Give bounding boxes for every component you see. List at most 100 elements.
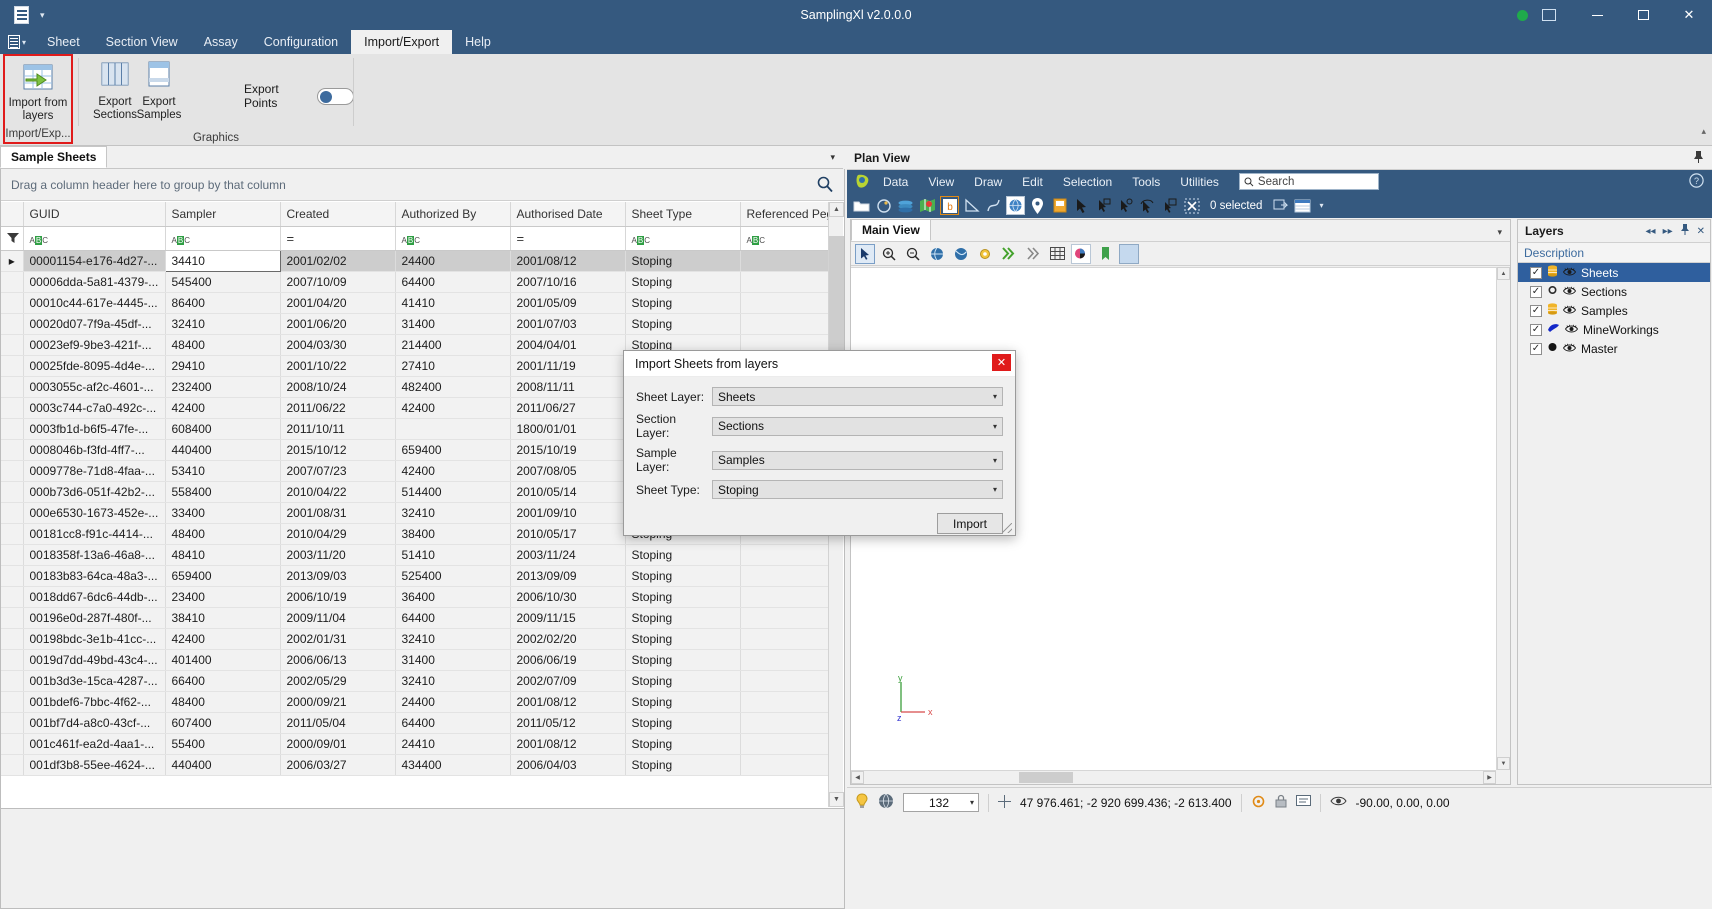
cell-sheet_type[interactable]: Stoping — [625, 734, 740, 755]
cell-created[interactable]: 2007/07/23 — [280, 461, 395, 482]
table-row[interactable]: 00010c44-617e-4445-...864002001/04/20414… — [1, 293, 828, 314]
cell-referenced_pegs[interactable] — [740, 650, 828, 671]
cell-guid[interactable]: 00020d07-7f9a-45df-... — [23, 314, 165, 335]
layer-visible-checkbox[interactable]: ✓ — [1530, 305, 1542, 317]
cell-guid[interactable]: 0009778e-71d8-4faa-... — [23, 461, 165, 482]
sheet-tab-sample-sheets[interactable]: Sample Sheets — [0, 146, 107, 168]
tab-sheet[interactable]: Sheet — [34, 30, 93, 54]
cell-guid[interactable]: 00023ef9-9be3-421f-... — [23, 335, 165, 356]
map-icon[interactable] — [918, 196, 937, 215]
table-row[interactable]: 001c461f-ea2d-4aa1-...554002000/09/01244… — [1, 734, 828, 755]
cell-referenced_pegs[interactable] — [740, 692, 828, 713]
cell-authorised_date[interactable]: 2002/07/09 — [510, 671, 625, 692]
cell-authorized_by[interactable]: 32410 — [395, 503, 510, 524]
main-view-scroll-left[interactable]: ◀ — [851, 771, 864, 784]
cell-created[interactable]: 2011/05/04 — [280, 713, 395, 734]
cell-created[interactable]: 2006/10/19 — [280, 587, 395, 608]
cell-authorized_by[interactable]: 24410 — [395, 734, 510, 755]
row-indicator[interactable] — [1, 335, 23, 356]
globe-icon[interactable] — [878, 793, 894, 812]
layer-visible-checkbox[interactable]: ✓ — [1530, 286, 1542, 298]
cell-sampler[interactable]: 608400 — [165, 419, 280, 440]
filter-funnel-cell[interactable] — [1, 227, 23, 251]
cell-authorized_by[interactable]: 659400 — [395, 440, 510, 461]
cell-authorised_date[interactable]: 2001/08/12 — [510, 692, 625, 713]
row-indicator[interactable] — [1, 734, 23, 755]
cell-authorised_date[interactable]: 2002/02/20 — [510, 629, 625, 650]
cell-sheet_type[interactable]: Stoping — [625, 587, 740, 608]
pin-icon[interactable] — [1693, 151, 1704, 166]
cell-sampler[interactable]: 48400 — [165, 692, 280, 713]
cell-created[interactable]: 2001/08/31 — [280, 503, 395, 524]
curve-icon[interactable] — [984, 196, 1003, 215]
scale-caret-icon[interactable]: ▾ — [970, 798, 974, 807]
export-samples-button[interactable]: Export Samples — [130, 60, 188, 122]
cell-created[interactable]: 2008/10/24 — [280, 377, 395, 398]
column-header-referenced_pegs[interactable]: Referenced Pegs — [740, 202, 828, 227]
row-indicator[interactable] — [1, 608, 23, 629]
cell-sampler[interactable]: 401400 — [165, 650, 280, 671]
eye-icon[interactable] — [1563, 342, 1576, 356]
tab-import-export[interactable]: Import/Export — [351, 30, 452, 54]
row-indicator[interactable] — [1, 755, 23, 776]
minimize-button[interactable] — [1574, 0, 1620, 30]
open-folder-icon[interactable] — [852, 196, 871, 215]
cell-guid[interactable]: 00010c44-617e-4445-... — [23, 293, 165, 314]
close-button[interactable]: ✕ — [1666, 0, 1712, 30]
row-indicator[interactable] — [1, 587, 23, 608]
cell-authorised_date[interactable]: 1800/01/01 — [510, 419, 625, 440]
cell-guid[interactable]: 0003fb1d-b6f5-47fe-... — [23, 419, 165, 440]
layers-pin-icon[interactable] — [1680, 224, 1690, 238]
cell-created[interactable]: 2011/06/22 — [280, 398, 395, 419]
cell-authorised_date[interactable]: 2007/10/16 — [510, 272, 625, 293]
search-icon[interactable] — [816, 175, 834, 193]
cell-created[interactable]: 2010/04/29 — [280, 524, 395, 545]
cell-sheet_type[interactable]: Stoping — [625, 713, 740, 734]
cell-authorised_date[interactable]: 2001/08/12 — [510, 251, 625, 272]
row-indicator[interactable] — [1, 419, 23, 440]
eye-icon[interactable] — [1563, 266, 1576, 280]
table-row[interactable]: 00020d07-7f9a-45df-...324102001/06/20314… — [1, 314, 828, 335]
cell-guid[interactable]: 00006dda-5a81-4379-... — [23, 272, 165, 293]
sheet-layer-select[interactable]: Sheets ▾ — [712, 387, 1003, 406]
note-icon[interactable] — [1050, 196, 1069, 215]
layers-icon[interactable] — [896, 196, 915, 215]
column-header-authorized_by[interactable]: Authorized By — [395, 202, 510, 227]
cell-guid[interactable]: 001bf7d4-a8c0-43cf-... — [23, 713, 165, 734]
plan-menu-tools[interactable]: Tools — [1122, 170, 1170, 193]
scroll-down-button[interactable]: ▼ — [829, 792, 844, 807]
table-row[interactable]: 0018dd67-6dc6-44db-...234002006/10/19364… — [1, 587, 828, 608]
cell-guid[interactable]: 001df3b8-55ee-4624-... — [23, 755, 165, 776]
cell-authorised_date[interactable]: 2001/11/19 — [510, 356, 625, 377]
cell-created[interactable]: 2011/10/11 — [280, 419, 395, 440]
cell-authorized_by[interactable]: 31400 — [395, 650, 510, 671]
cell-referenced_pegs[interactable] — [740, 629, 828, 650]
cell-authorised_date[interactable]: 2006/06/19 — [510, 650, 625, 671]
cell-authorized_by[interactable]: 214400 — [395, 335, 510, 356]
cell-sampler[interactable]: 55400 — [165, 734, 280, 755]
cell-sampler[interactable]: 607400 — [165, 713, 280, 734]
section-layer-select[interactable]: Sections ▾ — [712, 417, 1003, 436]
cell-authorised_date[interactable]: 2001/05/09 — [510, 293, 625, 314]
filter-cell-sheet_type[interactable]: ABC — [625, 227, 740, 251]
cell-referenced_pegs[interactable] — [740, 293, 828, 314]
row-indicator[interactable] — [1, 482, 23, 503]
cell-referenced_pegs[interactable] — [740, 608, 828, 629]
filter-cell-referenced_pegs[interactable]: ABC — [740, 227, 828, 251]
sample-layer-select[interactable]: Samples ▾ — [712, 451, 1003, 470]
cell-authorised_date[interactable]: 2010/05/17 — [510, 524, 625, 545]
table-row[interactable]: 001bf7d4-a8c0-43cf-...6074002011/05/0464… — [1, 713, 828, 734]
cell-created[interactable]: 2006/06/13 — [280, 650, 395, 671]
filter-cell-guid[interactable]: ABC — [23, 227, 165, 251]
cell-authorized_by[interactable]: 482400 — [395, 377, 510, 398]
cell-guid[interactable]: 001b3d3e-15ca-4287-... — [23, 671, 165, 692]
cell-authorized_by[interactable]: 51410 — [395, 545, 510, 566]
cell-authorized_by[interactable]: 27410 — [395, 356, 510, 377]
cell-authorized_by[interactable]: 434400 — [395, 755, 510, 776]
eye-icon[interactable] — [1330, 795, 1347, 810]
cell-sheet_type[interactable]: Stoping — [625, 566, 740, 587]
cell-authorized_by[interactable]: 24400 — [395, 692, 510, 713]
measure-icon[interactable] — [962, 196, 981, 215]
cell-authorised_date[interactable]: 2015/10/19 — [510, 440, 625, 461]
cell-guid[interactable]: 00196e0d-287f-480f-... — [23, 608, 165, 629]
